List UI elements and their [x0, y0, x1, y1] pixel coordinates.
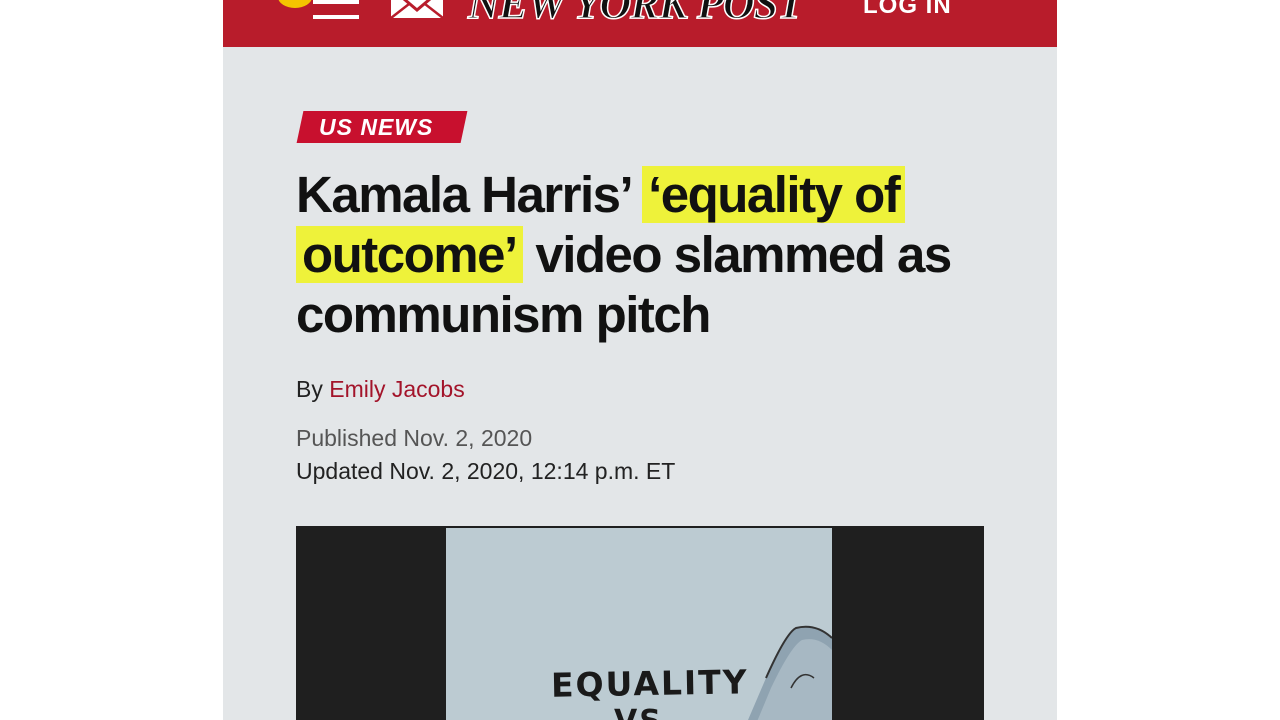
article-page: NEW YORK POST LOG IN US NEWS Kamala Harr…	[223, 0, 1057, 720]
video-caption: VS	[614, 704, 663, 720]
notification-badge	[278, 0, 312, 8]
article-headline: Kamala Harris’ ‘equality of outcome’ vide…	[296, 165, 1016, 345]
byline-prefix: By	[296, 376, 323, 402]
headline-text: Kamala Harris’	[296, 166, 643, 223]
byline: By Emily Jacobs	[296, 376, 465, 403]
video-frame: EQUALITY VS	[446, 528, 832, 720]
published-date: Published Nov. 2, 2020	[296, 425, 533, 451]
updated-date: Updated Nov. 2, 2020, 12:14 p.m. ET	[296, 458, 676, 484]
envelope-icon[interactable]	[389, 0, 445, 20]
site-header: NEW YORK POST LOG IN	[223, 0, 1057, 47]
hamburger-menu-icon[interactable]	[313, 0, 359, 22]
headline-highlight: outcome’	[296, 226, 523, 283]
site-logo[interactable]: NEW YORK POST	[467, 0, 805, 29]
headline-highlight: ‘equality of	[642, 166, 906, 223]
video-player[interactable]: EQUALITY VS	[296, 526, 984, 720]
author-link[interactable]: Emily Jacobs	[329, 376, 464, 402]
video-caption: EQUALITY	[550, 662, 749, 705]
section-tag[interactable]: US NEWS	[319, 114, 433, 141]
login-button[interactable]: LOG IN	[863, 0, 952, 20]
